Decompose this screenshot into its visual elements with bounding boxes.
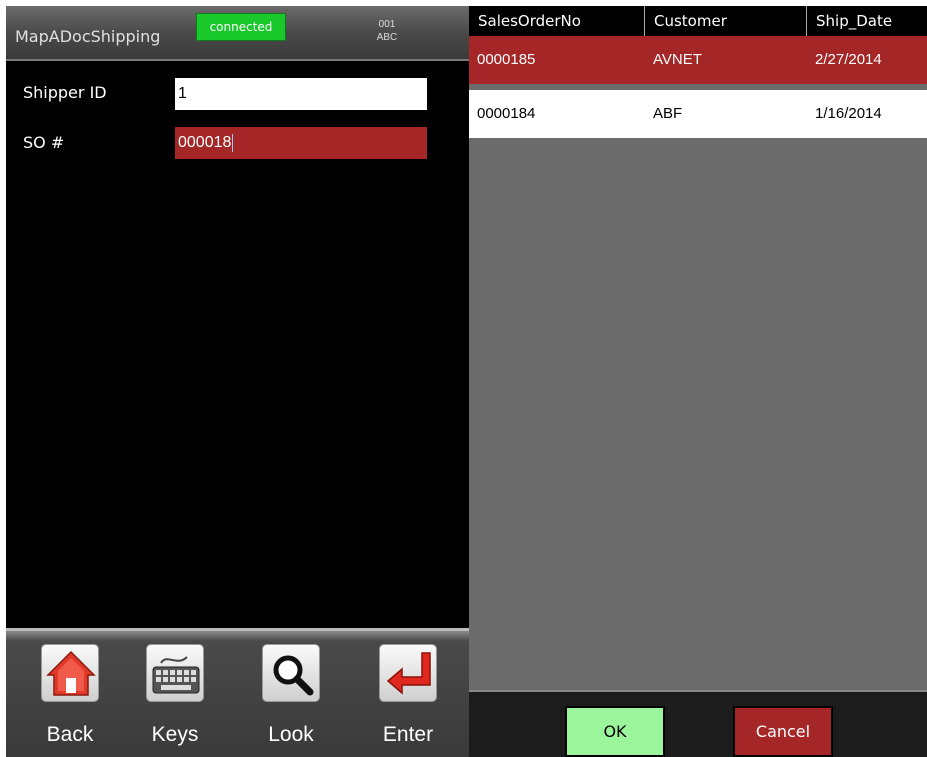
column-header-ship-date[interactable]: Ship_Date: [807, 6, 927, 36]
enter-label: Enter: [382, 723, 434, 746]
keyboard-icon: [146, 644, 204, 702]
connection-status-badge: connected: [196, 13, 286, 41]
shipper-id-value: 1: [178, 85, 187, 102]
cell-sales-order-no: 0000185: [477, 51, 536, 68]
keys-button[interactable]: Keys: [130, 631, 220, 757]
enter-arrow-icon: [379, 644, 437, 702]
table-row[interactable]: 0000184 ABF 1/16/2014: [469, 90, 927, 138]
so-number-value: 000018: [178, 134, 232, 151]
text-caret: [232, 133, 234, 152]
enter-button[interactable]: Enter: [363, 631, 453, 757]
lookup-dialog: SalesOrderNo Customer Ship_Date 0000185 …: [469, 6, 927, 757]
mode-line-1: 001: [378, 19, 396, 30]
shipper-id-label: Shipper ID: [23, 83, 107, 102]
title-bar: MapADocShipping connected 001 ABC: [6, 6, 469, 61]
cancel-button[interactable]: Cancel: [733, 706, 833, 757]
home-icon: [41, 644, 99, 702]
keys-label: Keys: [151, 723, 199, 746]
column-header-salesorderno[interactable]: SalesOrderNo: [469, 6, 645, 36]
ok-button[interactable]: OK: [565, 706, 665, 757]
cell-customer: AVNET: [653, 51, 702, 68]
dialog-button-bar: OK Cancel: [469, 692, 927, 757]
mode-line-2: ABC: [376, 32, 398, 43]
cell-customer: ABF: [653, 105, 683, 122]
look-button[interactable]: Look: [246, 631, 336, 757]
so-number-input[interactable]: 000018: [175, 127, 427, 159]
look-label: Look: [268, 723, 314, 746]
cell-sales-order-no: 0000184: [477, 105, 536, 122]
column-header-customer[interactable]: Customer: [645, 6, 807, 36]
shipper-id-input[interactable]: 1: [175, 78, 427, 110]
scanner-form-panel: MapADocShipping connected 001 ABC Shippe…: [6, 6, 469, 757]
back-button[interactable]: Back: [25, 631, 115, 757]
magnifier-icon: [262, 644, 320, 702]
bottom-toolbar: Back Keys Look Enter: [6, 628, 469, 757]
so-number-label: SO #: [23, 133, 65, 152]
grid-header: SalesOrderNo Customer Ship_Date: [469, 6, 927, 36]
input-mode-indicator[interactable]: 001 ABC: [362, 18, 412, 44]
cell-ship-date: 2/27/2014: [815, 51, 882, 68]
cell-ship-date: 1/16/2014: [815, 105, 882, 122]
back-label: Back: [46, 723, 94, 746]
table-row[interactable]: 0000185 AVNET 2/27/2014: [469, 36, 927, 84]
